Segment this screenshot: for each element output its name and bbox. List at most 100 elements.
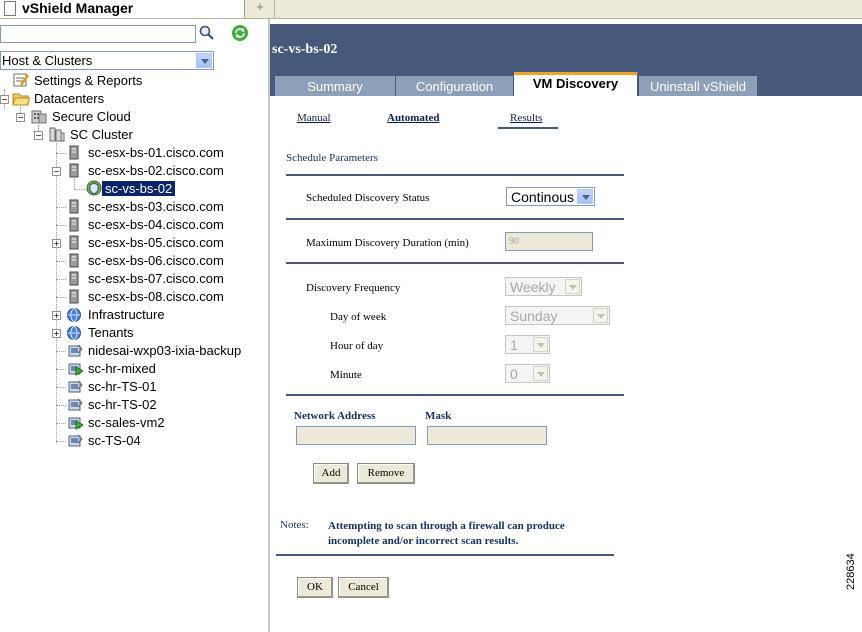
document-icon — [4, 1, 16, 16]
tree-connector — [56, 387, 66, 388]
remove-button[interactable]: Remove — [357, 463, 415, 484]
tree-item-secure-cloud[interactable]: − Secure Cloud — [0, 108, 260, 126]
tree-connector — [56, 225, 66, 226]
host-server-icon — [68, 289, 80, 307]
expand-icon[interactable]: + — [52, 311, 61, 320]
notes-text: Attempting to scan through a firewall ca… — [328, 520, 565, 547]
collapse-icon[interactable]: − — [16, 113, 25, 122]
host-server-icon — [68, 253, 80, 271]
chevron-down-icon[interactable] — [196, 53, 212, 68]
collapse-icon[interactable]: − — [0, 95, 9, 104]
tree-item-label: sc-esx-bs-08.cisco.com — [88, 289, 224, 304]
tree-connector — [74, 189, 86, 190]
tree-item-vm[interactable]: sc-hr-TS-01 — [0, 378, 260, 396]
subtab-divider — [498, 127, 558, 129]
section-title: Schedule Parameters — [286, 152, 378, 164]
tree-item-vm[interactable]: sc-hr-TS-02 — [0, 396, 260, 414]
subtab-automated[interactable]: Automated — [387, 112, 440, 124]
host-server-icon — [68, 163, 80, 181]
tree-connector — [56, 207, 66, 208]
day-of-week-select[interactable]: Sunday — [505, 306, 610, 325]
tree-item-sc-cluster[interactable]: − SC Cluster — [0, 126, 260, 144]
discovery-status-select[interactable]: Continous — [506, 187, 595, 206]
host-server-icon — [68, 271, 80, 289]
datacenter-icon — [30, 108, 48, 127]
tree-item-datacenters[interactable]: − Datacenters — [0, 90, 260, 108]
vm-icon — [67, 433, 83, 452]
discovery-frequency-select[interactable]: Weekly — [505, 277, 582, 296]
mask-label: Mask — [425, 410, 452, 422]
tree-item-label: sc-sales-vm2 — [88, 415, 165, 430]
tree-item-vm[interactable]: nidesai-wxp03-ixia-backup — [0, 342, 268, 360]
minute-select[interactable]: 0 — [505, 364, 550, 383]
tree-connector — [56, 369, 66, 370]
tree-item-label: Infrastructure — [88, 307, 165, 322]
collapse-icon[interactable]: − — [52, 167, 61, 176]
chevron-down-icon[interactable] — [593, 308, 608, 323]
tree-item-label: sc-TS-04 — [88, 433, 141, 448]
tree-item-label: sc-vs-bs-02 — [102, 181, 176, 196]
notes-label: Notes: — [280, 519, 309, 531]
network-address-input[interactable] — [296, 426, 416, 445]
max-duration-label: Maximum Discovery Duration (min) — [306, 237, 469, 249]
add-button[interactable]: Add — [313, 463, 349, 484]
tree-item-host[interactable]: sc-esx-bs-04.cisco.com — [0, 216, 260, 234]
tree-item-vm[interactable]: sc-sales-vm2 — [0, 414, 260, 432]
day-of-week-value: Sunday — [510, 308, 558, 324]
scope-select[interactable]: Host & Clusters — [0, 51, 214, 70]
settings-reports-icon — [12, 72, 30, 91]
tab-vm-discovery[interactable]: VM Discovery — [514, 72, 638, 96]
tree-item-host[interactable]: sc-esx-bs-01.cisco.com — [0, 144, 260, 162]
hour-of-day-label: Hour of day — [330, 340, 384, 352]
refresh-icon[interactable] — [230, 23, 250, 43]
tab-uninstall-vshield[interactable]: Uninstall vShield — [639, 76, 758, 96]
search-icon[interactable] — [198, 24, 216, 42]
search-input[interactable] — [0, 25, 196, 43]
tree-item-host[interactable]: sc-esx-bs-03.cisco.com — [0, 198, 260, 216]
chevron-down-icon[interactable] — [565, 279, 580, 294]
discovery-status-label: Scheduled Discovery Status — [306, 192, 430, 204]
collapse-icon[interactable]: − — [34, 131, 43, 140]
tree-item-settings-reports[interactable]: Settings & Reports — [0, 72, 260, 90]
tree-item-vm[interactable]: sc-hr-mixed — [0, 360, 260, 378]
app-tab[interactable]: vShield Manager — [0, 0, 245, 18]
minute-label: Minute — [330, 369, 362, 381]
tree-item-host[interactable]: − sc-esx-bs-02.cisco.com — [0, 162, 260, 180]
chevron-down-icon[interactable] — [533, 366, 548, 381]
tree-item-host[interactable]: sc-esx-bs-08.cisco.com — [0, 288, 260, 306]
tree-item-host[interactable]: sc-esx-bs-07.cisco.com — [0, 270, 260, 288]
tree-item-vshield-selected[interactable]: sc-vs-bs-02 — [0, 180, 260, 198]
hour-of-day-select[interactable]: 1 — [505, 335, 550, 354]
scope-select-value: Host & Clusters — [2, 53, 93, 68]
tree-item-label: Datacenters — [34, 91, 105, 106]
tree-item-label: sc-hr-TS-02 — [88, 397, 157, 412]
tree-item-host[interactable]: sc-esx-bs-06.cisco.com — [0, 252, 260, 270]
tree-item-vm[interactable]: sc-TS-04 — [0, 432, 260, 450]
expand-icon[interactable]: + — [52, 239, 61, 248]
tree-item-label: SC Cluster — [70, 127, 133, 142]
tree-connector — [56, 405, 66, 406]
divider — [286, 262, 624, 264]
tree-item-label: sc-esx-bs-07.cisco.com — [88, 271, 224, 286]
tree-item-label: Secure Cloud — [52, 109, 131, 124]
tree-item-tenants[interactable]: + Tenants — [0, 324, 260, 342]
tab-summary[interactable]: Summary — [275, 76, 396, 96]
subtab-results[interactable]: Results — [510, 112, 542, 124]
expand-icon[interactable]: + — [52, 329, 61, 338]
new-tab-button[interactable]: + — [246, 0, 275, 18]
tree-connector — [56, 423, 66, 424]
network-address-label: Network Address — [294, 410, 376, 422]
chevron-down-icon[interactable] — [577, 189, 593, 204]
ok-button[interactable]: OK — [297, 577, 333, 598]
tree-item-infrastructure[interactable]: + Infrastructure — [0, 306, 260, 324]
tree-item-label: nidesai-wxp03-ixia-backup — [88, 343, 242, 358]
cancel-button[interactable]: Cancel — [338, 577, 389, 598]
max-duration-input[interactable]: 90 — [505, 232, 593, 251]
subtab-manual[interactable]: Manual — [297, 112, 331, 124]
tab-configuration[interactable]: Configuration — [396, 76, 514, 96]
chevron-down-icon[interactable] — [533, 337, 548, 352]
mask-input[interactable] — [427, 426, 547, 445]
tree-connector — [56, 279, 66, 280]
cluster-icon — [48, 126, 66, 145]
tree-item-host[interactable]: + sc-esx-bs-05.cisco.com — [0, 234, 260, 252]
